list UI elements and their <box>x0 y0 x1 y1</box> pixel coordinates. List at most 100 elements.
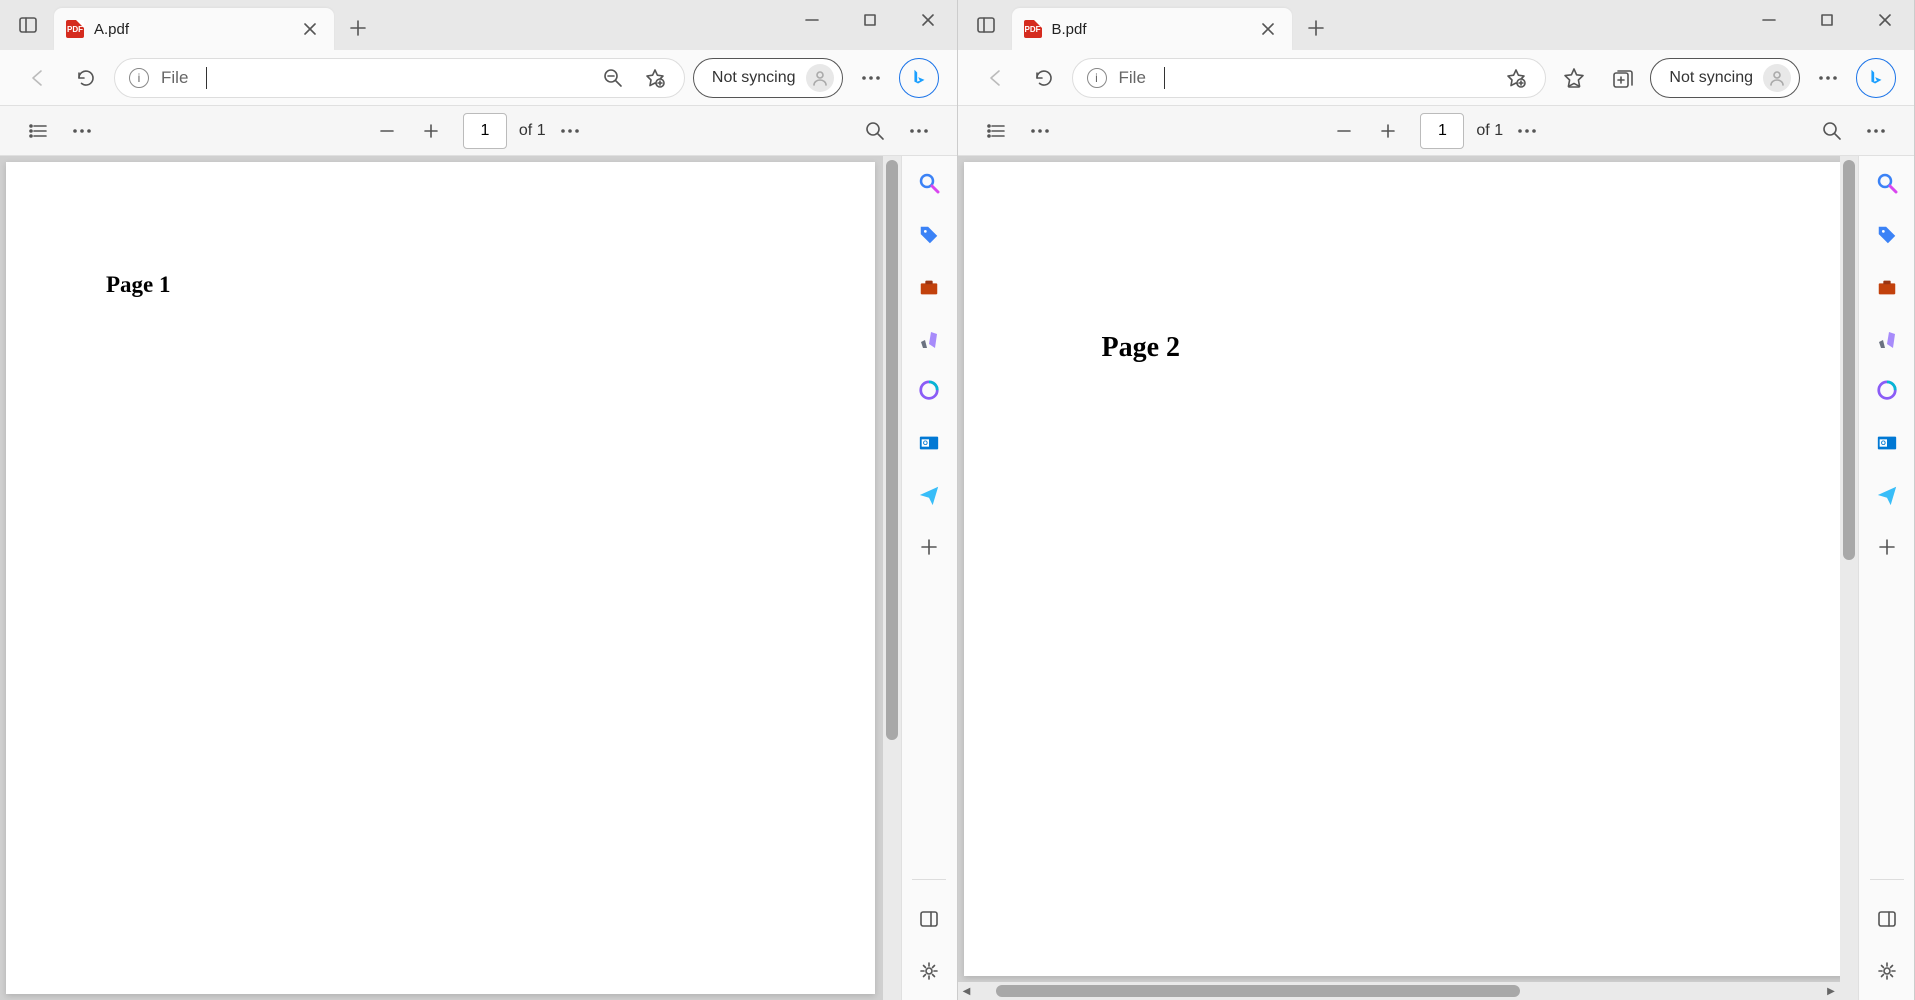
microsoft365-icon[interactable] <box>1874 378 1900 404</box>
scrollbar-track[interactable] <box>976 985 1823 997</box>
zoom-out-button[interactable] <box>1324 111 1364 151</box>
window-maximize-button[interactable] <box>1798 0 1856 40</box>
find-button[interactable] <box>1812 111 1852 151</box>
pdf-more-left-button[interactable] <box>62 111 102 151</box>
hide-sidebar-button[interactable] <box>916 906 942 932</box>
scrollbar-thumb[interactable] <box>1843 160 1855 560</box>
settings-menu-button[interactable] <box>851 58 891 98</box>
zoom-in-button[interactable] <box>1368 111 1408 151</box>
window-close-button[interactable] <box>1856 0 1914 40</box>
window-minimize-button[interactable] <box>783 0 841 40</box>
horizontal-scrollbar[interactable]: ◀ ▶ <box>958 982 1841 1000</box>
reload-button[interactable] <box>1024 58 1064 98</box>
profile-sync-button[interactable]: Not syncing <box>693 58 843 98</box>
pdf-page: Page 1 <box>6 162 875 994</box>
browser-tab[interactable]: PDF B.pdf <box>1012 8 1292 50</box>
pdf-more-center-button[interactable] <box>1507 111 1547 151</box>
window-maximize-button[interactable] <box>841 0 899 40</box>
outlook-icon[interactable]: O <box>916 430 942 456</box>
games-icon[interactable] <box>1874 326 1900 352</box>
sidebar-settings-button[interactable] <box>916 958 942 984</box>
site-info-icon[interactable]: i <box>129 68 149 88</box>
window-close-button[interactable] <box>899 0 957 40</box>
add-favorite-icon[interactable] <box>1501 58 1531 98</box>
add-sidebar-item-button[interactable] <box>916 534 942 560</box>
send-icon[interactable] <box>916 482 942 508</box>
add-favorite-icon[interactable] <box>640 58 670 98</box>
pdf-more-left-button[interactable] <box>1020 111 1060 151</box>
pdf-more-right-button[interactable] <box>899 111 939 151</box>
scroll-left-arrow[interactable]: ◀ <box>958 982 976 1000</box>
bing-button[interactable] <box>1856 58 1896 98</box>
sidebar-settings-button[interactable] <box>1874 958 1900 984</box>
zoom-in-button[interactable] <box>411 111 451 151</box>
pdf-more-center-button[interactable] <box>550 111 590 151</box>
pdf-viewer[interactable]: Page 2 ◀ ▶ <box>958 156 1859 1000</box>
vertical-scrollbar[interactable] <box>1840 156 1858 1000</box>
sync-status-label: Not syncing <box>1669 69 1753 87</box>
outlook-icon[interactable]: O <box>1874 430 1900 456</box>
back-button[interactable] <box>976 58 1016 98</box>
send-icon[interactable] <box>1874 482 1900 508</box>
scrollbar-thumb[interactable] <box>886 160 898 740</box>
games-icon[interactable] <box>916 326 942 352</box>
hide-sidebar-button[interactable] <box>1874 906 1900 932</box>
briefcase-icon[interactable] <box>916 274 942 300</box>
briefcase-icon[interactable] <box>1874 274 1900 300</box>
tab-close-button[interactable] <box>298 17 322 41</box>
scroll-right-arrow[interactable]: ▶ <box>1822 982 1840 1000</box>
tab-close-button[interactable] <box>1256 17 1280 41</box>
table-of-contents-button[interactable] <box>18 111 58 151</box>
add-sidebar-item-button[interactable] <box>1874 534 1900 560</box>
browser-window-left: PDF A.pdf i File Not syncing <box>0 0 958 1000</box>
edge-sidebar: O <box>1858 156 1914 1000</box>
browser-window-right: PDF B.pdf i File Not syncing <box>958 0 1915 1000</box>
profile-avatar-icon <box>806 64 834 92</box>
reload-button[interactable] <box>66 58 106 98</box>
back-button[interactable] <box>18 58 58 98</box>
svg-text:O: O <box>923 440 928 447</box>
text-cursor <box>1164 67 1165 89</box>
page-zoom-icon[interactable] <box>598 58 628 98</box>
zoom-out-button[interactable] <box>367 111 407 151</box>
table-of-contents-button[interactable] <box>976 111 1016 151</box>
bing-button[interactable] <box>899 58 939 98</box>
tab-actions-button[interactable] <box>10 7 46 43</box>
vertical-scrollbar[interactable] <box>883 156 901 1000</box>
browser-tab[interactable]: PDF A.pdf <box>54 8 334 50</box>
window-minimize-button[interactable] <box>1740 0 1798 40</box>
browser-toolbar: i File Not syncing <box>958 50 1915 106</box>
pdf-viewer[interactable]: Page 1 <box>0 156 901 1000</box>
search-sidebar-icon[interactable] <box>1874 170 1900 196</box>
site-info-icon[interactable]: i <box>1087 68 1107 88</box>
edge-sidebar: O <box>901 156 957 1000</box>
svg-text:O: O <box>1880 440 1885 447</box>
tab-title: B.pdf <box>1052 21 1246 38</box>
scrollbar-thumb[interactable] <box>996 985 1521 997</box>
sidebar-divider <box>912 879 946 880</box>
new-tab-button[interactable] <box>1298 10 1334 46</box>
favorites-button[interactable] <box>1554 58 1594 98</box>
settings-menu-button[interactable] <box>1808 58 1848 98</box>
titlebar: PDF B.pdf <box>958 0 1915 50</box>
pdf-file-icon: PDF <box>66 20 84 38</box>
address-text: File <box>161 68 188 88</box>
pdf-toolbar: of 1 <box>958 106 1915 156</box>
tab-actions-button[interactable] <box>968 7 1004 43</box>
shopping-tag-icon[interactable] <box>1874 222 1900 248</box>
search-sidebar-icon[interactable] <box>916 170 942 196</box>
find-button[interactable] <box>855 111 895 151</box>
address-bar[interactable]: i File <box>114 58 685 98</box>
shopping-tag-icon[interactable] <box>916 222 942 248</box>
collections-button[interactable] <box>1602 58 1642 98</box>
microsoft365-icon[interactable] <box>916 378 942 404</box>
pdf-page: Page 2 <box>964 162 1859 976</box>
page-number-input[interactable] <box>1420 113 1464 149</box>
new-tab-button[interactable] <box>340 10 376 46</box>
window-controls <box>783 0 957 40</box>
page-number-input[interactable] <box>463 113 507 149</box>
sync-status-label: Not syncing <box>712 69 796 87</box>
profile-sync-button[interactable]: Not syncing <box>1650 58 1800 98</box>
pdf-more-right-button[interactable] <box>1856 111 1896 151</box>
address-bar[interactable]: i File <box>1072 58 1547 98</box>
